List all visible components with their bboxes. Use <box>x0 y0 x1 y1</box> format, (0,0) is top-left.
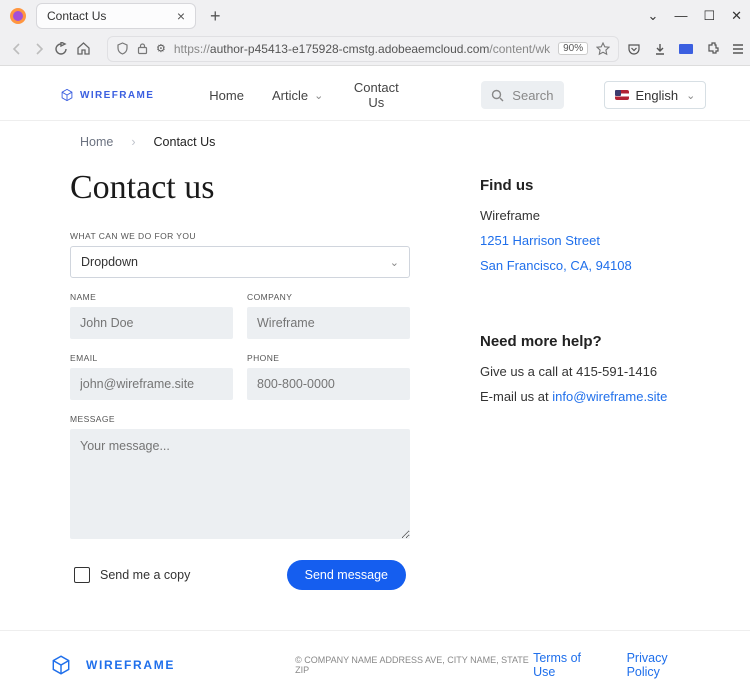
brand-logo[interactable]: WIREFRAME <box>60 88 154 102</box>
phone-field[interactable] <box>247 368 410 400</box>
download-icon[interactable] <box>653 42 667 56</box>
url-field[interactable]: ⚙ https://author-p45413-e175928-cmstg.ad… <box>107 36 619 62</box>
firefox-icon <box>8 6 28 26</box>
browser-tab-bar: Contact Us × + ⌄ — ☐ ✕ <box>0 0 750 32</box>
home-icon[interactable] <box>76 40 91 58</box>
forward-icon[interactable] <box>32 40 46 58</box>
terms-link[interactable]: Terms of Use <box>533 651 602 679</box>
lock-icon <box>137 42 148 55</box>
reload-icon[interactable] <box>54 40 68 58</box>
company-name: Wireframe <box>480 208 690 223</box>
breadcrumb-current: Contact Us <box>154 135 216 149</box>
topic-dropdown[interactable]: Dropdown ⌄ <box>70 246 410 278</box>
label-company: COMPANY <box>247 292 410 302</box>
extensions-icon[interactable] <box>705 42 719 56</box>
label-name: NAME <box>70 292 233 302</box>
privacy-link[interactable]: Privacy Policy <box>627 651 700 679</box>
address-line2[interactable]: San Francisco, CA, 94108 <box>480 258 632 273</box>
address-line1[interactable]: 1251 Harrison Street <box>480 233 600 248</box>
account-icon[interactable] <box>679 44 693 54</box>
label-phone: PHONE <box>247 353 410 363</box>
call-line: Give us a call at 415-591-1416 <box>480 364 690 379</box>
main-nav: Home Article⌄ Contact Us <box>209 80 401 110</box>
nav-article[interactable]: Article⌄ <box>272 80 323 110</box>
breadcrumb-home[interactable]: Home <box>80 135 113 149</box>
chevron-down-icon: ⌄ <box>686 89 695 102</box>
back-icon[interactable] <box>10 40 24 58</box>
help-title: Need more help? <box>480 333 690 350</box>
settings-toggle-icon: ⚙ <box>156 42 166 55</box>
footer-brand[interactable]: WIREFRAME <box>50 654 175 676</box>
minimize-icon[interactable]: — <box>674 8 687 24</box>
url-text: https://author-p45413-e175928-cmstg.adob… <box>174 42 550 56</box>
cube-icon <box>50 654 72 676</box>
message-field[interactable] <box>70 429 410 539</box>
copyright: © COMPANY NAME ADDRESS AVE, CITY NAME, S… <box>295 655 533 675</box>
zoom-badge[interactable]: 90% <box>558 42 588 55</box>
new-tab-button[interactable]: + <box>204 6 227 27</box>
cube-icon <box>60 88 74 102</box>
email-line: E-mail us at info@wireframe.site <box>480 389 690 404</box>
chevron-right-icon: › <box>131 135 135 149</box>
label-email: EMAIL <box>70 353 233 363</box>
page-title: Contact us <box>70 169 410 207</box>
star-icon[interactable] <box>596 42 610 56</box>
maximize-icon[interactable]: ☐ <box>703 8 715 24</box>
search-icon <box>491 89 504 102</box>
address-bar: ⚙ https://author-p45413-e175928-cmstg.ad… <box>0 32 750 66</box>
browser-tab[interactable]: Contact Us × <box>36 3 196 29</box>
find-us-title: Find us <box>480 177 690 194</box>
close-tab-icon[interactable]: × <box>177 8 185 24</box>
chevron-down-icon: ⌄ <box>390 256 399 269</box>
chevron-down-icon[interactable]: ⌄ <box>648 8 659 24</box>
send-button[interactable]: Send message <box>287 560 406 590</box>
nav-contact[interactable]: Contact Us <box>351 80 401 110</box>
breadcrumb: Home › Contact Us <box>0 121 750 159</box>
name-field[interactable] <box>70 307 233 339</box>
site-footer: WIREFRAME © COMPANY NAME ADDRESS AVE, CI… <box>0 630 750 699</box>
tab-title: Contact Us <box>47 9 106 23</box>
copy-checkbox[interactable]: Send me a copy <box>74 567 190 583</box>
email-field[interactable] <box>70 368 233 400</box>
find-us-block: Find us Wireframe 1251 Harrison Street S… <box>480 177 690 273</box>
language-selector[interactable]: English ⌄ <box>604 81 707 109</box>
nav-home[interactable]: Home <box>209 80 244 110</box>
search-input[interactable]: Search <box>481 81 563 109</box>
menu-icon[interactable] <box>731 42 745 56</box>
contact-email-link[interactable]: info@wireframe.site <box>552 389 667 404</box>
chevron-down-icon: ⌄ <box>314 89 323 102</box>
shield-icon <box>116 42 129 55</box>
label-what: WHAT CAN WE DO FOR YOU <box>70 231 410 241</box>
company-field[interactable] <box>247 307 410 339</box>
site-header: WIREFRAME Home Article⌄ Contact Us Searc… <box>0 66 750 121</box>
close-window-icon[interactable]: ✕ <box>731 8 742 24</box>
help-block: Need more help? Give us a call at 415-59… <box>480 333 690 404</box>
flag-icon <box>615 90 629 100</box>
label-message: MESSAGE <box>70 414 410 424</box>
pocket-icon[interactable] <box>627 42 641 56</box>
checkbox-icon <box>74 567 90 583</box>
